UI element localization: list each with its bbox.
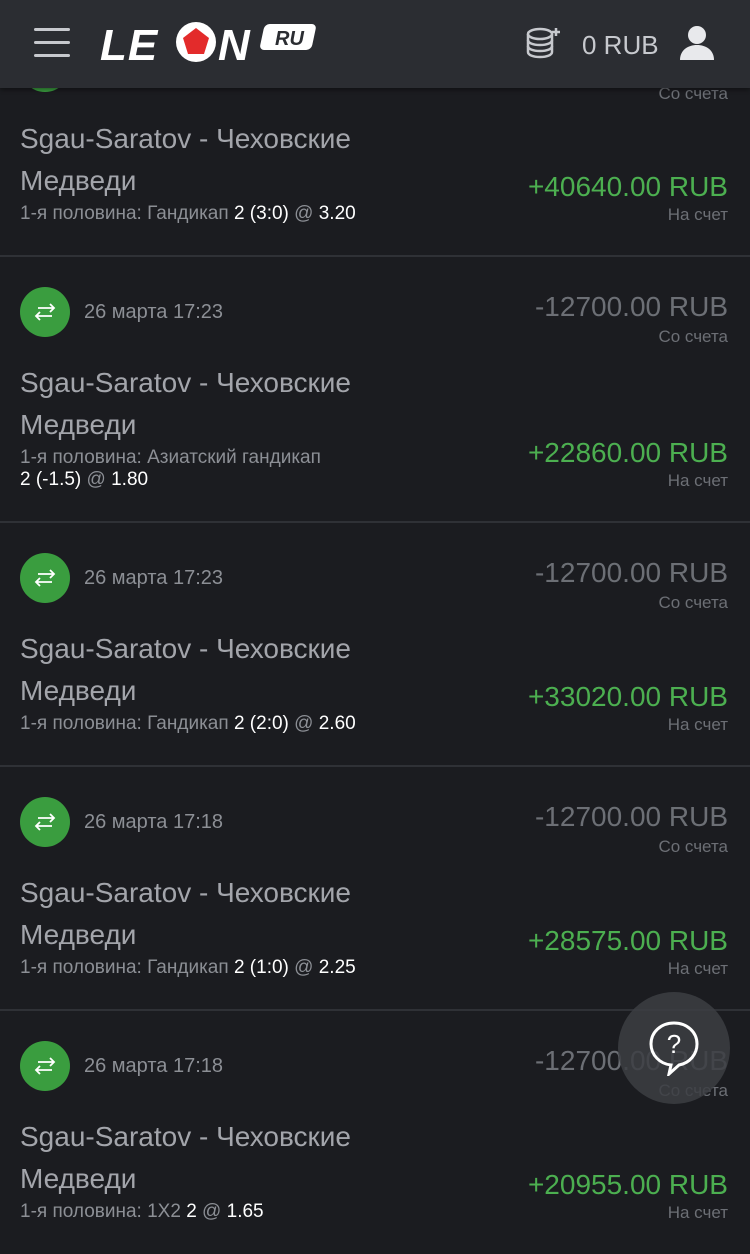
balance-amount[interactable]: 0 RUB	[582, 30, 659, 61]
selection: 2 (2:0)	[233, 713, 289, 734]
leon-logo[interactable]: LE N RU	[100, 18, 320, 66]
selection: 2 (-1.5)	[20, 469, 82, 490]
menu-icon[interactable]	[34, 28, 70, 58]
credit-amount: +40640.00 RUB	[527, 171, 728, 202]
odds: 3.20	[318, 203, 356, 224]
match-name[interactable]: Sgau-Saratov - Чеховские Медведи	[20, 362, 420, 446]
market-info: 1-я половина: 1X2 2 @ 1.65	[20, 1201, 264, 1222]
debit-label: Со счета	[658, 837, 728, 856]
odds: 2.60	[318, 713, 356, 734]
transaction-date: 26 марта 17:23	[84, 301, 224, 323]
credit-amount: +33020.00 RUB	[527, 681, 728, 712]
svg-text:RU: RU	[275, 28, 304, 50]
odds: 1.65	[226, 1201, 264, 1222]
credit-label: На счет	[667, 471, 728, 490]
credit-amount: +20955.00 RUB	[527, 1169, 728, 1200]
match-name[interactable]: Sgau-Saratov - Чеховские Медведи	[20, 1116, 420, 1200]
debit-amount: -12700.00 RUB	[534, 801, 728, 832]
selection: 2 (3:0)	[233, 203, 289, 224]
match-name[interactable]: Sgau-Saratov - Чеховские Медведи	[20, 872, 420, 956]
credit-amount: +22860.00 RUB	[527, 437, 728, 468]
help-chat-icon: ?	[649, 1021, 699, 1076]
credit-amount: +28575.00 RUB	[527, 925, 728, 956]
svg-text:LE: LE	[100, 21, 159, 66]
transfer-icon	[20, 553, 70, 603]
debit-label: Со счета	[658, 327, 728, 346]
top-bar: LE N RU 0 RUB	[0, 0, 750, 88]
debit-amount: -12700.00 RUB	[534, 557, 728, 588]
coins-icon[interactable]	[524, 26, 562, 60]
selection: 2 (1:0)	[233, 957, 289, 978]
transaction-item[interactable]: 26 марта 17:23 -12700.00 RUB Со счета Sg…	[0, 523, 750, 765]
transaction-item[interactable]: 26 марта 17:18 -12700.00 RUB Со счета Sg…	[0, 767, 750, 1009]
debit-amount: -12700.00 RUB	[534, 291, 728, 322]
market-info: 1-я половина: Азиатский гандикап 2 (-1.5…	[20, 447, 321, 490]
transfer-icon	[20, 797, 70, 847]
svg-text:?: ?	[667, 1029, 681, 1059]
transaction-item[interactable]: 26 марта 17:23 -12700.00 RUB Со счета Sg…	[0, 257, 750, 521]
odds: 1.80	[111, 469, 149, 490]
credit-label: На счет	[667, 205, 728, 224]
debit-label: Со счета	[658, 593, 728, 612]
transaction-date: 26 марта 17:18	[84, 811, 224, 833]
transaction-date: 26 марта 17:23	[84, 567, 224, 589]
match-name[interactable]: Sgau-Saratov - Чеховские Медведи	[20, 628, 420, 712]
svg-text:N: N	[218, 21, 251, 66]
market-info: 1-я половина: Гандикап 2 (3:0) @ 3.20	[20, 203, 356, 224]
credit-label: На счет	[667, 959, 728, 978]
help-chat-button[interactable]: ?	[618, 992, 730, 1104]
user-icon[interactable]	[678, 24, 716, 62]
market-info: 1-я половина: Гандикап 2 (1:0) @ 2.25	[20, 957, 356, 978]
odds: 2.25	[318, 957, 356, 978]
transaction-date: 26 марта 17:18	[84, 1055, 224, 1077]
credit-label: На счет	[667, 715, 728, 734]
market-info: 1-я половина: Гандикап 2 (2:0) @ 2.60	[20, 713, 356, 734]
credit-label: На счет	[667, 1203, 728, 1222]
transfer-icon	[20, 287, 70, 337]
transfer-icon	[20, 1041, 70, 1091]
selection: 2	[186, 1201, 197, 1222]
match-name[interactable]: Sgau-Saratov - Чеховские Медведи	[20, 118, 420, 202]
